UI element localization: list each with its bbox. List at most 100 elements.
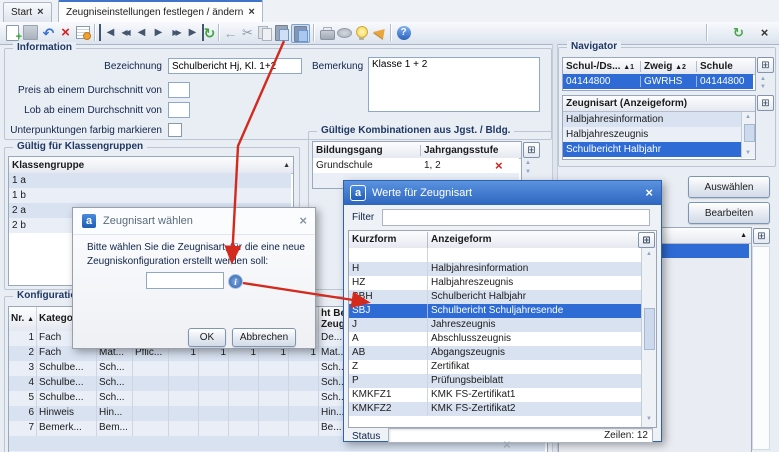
- schule-column[interactable]: Schule: [697, 61, 755, 72]
- toolbar: + ↶ × ◀ ◀◀ ◀ ▶ ▶▶ ▶ ↻ ← ✂: [0, 22, 779, 45]
- scroll-down-icon[interactable]: ▼: [525, 169, 531, 175]
- auswaehlen-button[interactable]: Auswählen: [688, 176, 770, 198]
- clipboard-paper: [298, 30, 308, 42]
- filter-input[interactable]: [382, 209, 650, 226]
- table-row-selected[interactable]: 04144800 GWRHS 04144800: [563, 74, 753, 89]
- zweig-column[interactable]: Zweig ▲2: [641, 61, 697, 72]
- scroll-up-icon[interactable]: ▲: [646, 251, 652, 257]
- tab-start[interactable]: Start ×: [3, 2, 52, 22]
- grid-settings-icon[interactable]: ⊞: [753, 228, 770, 244]
- scrollbar-thumb[interactable]: [744, 124, 755, 142]
- nr-column[interactable]: Nr. ▲: [9, 307, 37, 331]
- cell: Sch...: [97, 391, 133, 406]
- edit-form-icon[interactable]: [74, 24, 91, 41]
- save-icon[interactable]: [22, 24, 39, 41]
- kategorie-value: Schulbe...: [37, 391, 97, 406]
- new-record-icon[interactable]: +: [4, 24, 21, 41]
- close-icon[interactable]: ×: [299, 214, 307, 227]
- grid-settings-icon[interactable]: ⊞: [523, 142, 540, 158]
- anzeigeform-column[interactable]: Anzeigeform: [428, 232, 638, 248]
- lob-input[interactable]: [168, 102, 190, 118]
- refresh-icon[interactable]: ↻: [201, 24, 218, 41]
- cell: [199, 361, 229, 376]
- scroll-down-icon[interactable]: ▼: [745, 150, 751, 156]
- kurzform-column[interactable]: Kurzform: [349, 232, 428, 248]
- klassengruppe-header[interactable]: Klassengruppe ▲: [9, 157, 293, 174]
- list-row[interactable]: KMKFZ2KMK FS-Zertifikat2: [349, 402, 642, 416]
- grid-settings-icon[interactable]: ⊞: [757, 95, 774, 111]
- list-row[interactable]: HZHalbjahreszeugnis: [349, 276, 642, 290]
- cell: [199, 406, 229, 421]
- abbrechen-button[interactable]: Abbrechen: [232, 328, 296, 347]
- nr-value: 5: [9, 391, 37, 406]
- list-row[interactable]: KMKFZ1KMK FS-Zertifikat1: [349, 388, 642, 402]
- list-item[interactable]: 1 b: [9, 188, 291, 203]
- paste-special-icon[interactable]: [291, 24, 310, 43]
- kurzform-value: KMKFZ1: [349, 388, 428, 402]
- bezeichnung-input[interactable]: [168, 58, 302, 74]
- dialog-titlebar[interactable]: a Zeugnisart wählen ×: [73, 208, 315, 235]
- tab-zeugniseinstellungen[interactable]: Zeugniseinstellungen festlegen / ändern …: [58, 0, 263, 22]
- zeugnisart-input[interactable]: [146, 272, 224, 289]
- scroll-up-icon[interactable]: ▲: [745, 114, 751, 120]
- list-row[interactable]: JJahreszeugnis: [349, 318, 642, 332]
- filter-row[interactable]: [349, 248, 642, 263]
- list-row[interactable]: HHalbjahresinformation: [349, 262, 642, 276]
- nav-next-icon[interactable]: ▶: [150, 24, 167, 41]
- list-row-selected[interactable]: SBJSchulbericht Schuljahresende: [349, 304, 642, 318]
- notification-horn-icon[interactable]: [370, 24, 387, 41]
- list-row[interactable]: ZZertifikat: [349, 360, 642, 374]
- cell: [169, 361, 199, 376]
- table-row[interactable]: Grundschule 1, 2 ×: [313, 158, 519, 173]
- scrollbar[interactable]: ▲ ▼: [641, 248, 656, 427]
- scrollbar[interactable]: ▲ ▼: [741, 112, 755, 158]
- preis-input[interactable]: [168, 82, 190, 98]
- close-icon[interactable]: ×: [248, 7, 254, 18]
- dialog-titlebar[interactable]: a Werte für Zeugnisart ×: [344, 181, 661, 205]
- scroll-up-icon[interactable]: ▲: [525, 160, 531, 166]
- panel-close-icon[interactable]: ×: [756, 24, 773, 41]
- grid-settings-icon[interactable]: ⊞: [757, 57, 774, 73]
- info-icon[interactable]: i: [228, 274, 243, 289]
- list-item[interactable]: 1 a: [9, 173, 291, 188]
- delete-icon[interactable]: ×: [57, 24, 74, 41]
- back-arrow-icon[interactable]: ←: [222, 24, 239, 41]
- print-icon[interactable]: [318, 24, 335, 41]
- close-icon[interactable]: ×: [37, 7, 43, 18]
- close-icon[interactable]: ×: [645, 186, 653, 199]
- list-row[interactable]: AAbschlusszeugnis: [349, 332, 642, 346]
- delete-row-icon[interactable]: ×: [495, 158, 503, 173]
- kurzform-value: SBH: [349, 290, 428, 304]
- grid-settings-icon[interactable]: ⊞: [638, 232, 655, 248]
- jahrgangsstufe-column[interactable]: Jahrgangsstufe: [421, 145, 499, 156]
- undo-icon[interactable]: ↶: [40, 24, 57, 41]
- scroll-up-icon[interactable]: ▲: [760, 76, 766, 82]
- list-row[interactable]: PPrüfungsbeiblatt: [349, 374, 642, 388]
- scrollbar-thumb[interactable]: [644, 308, 655, 350]
- bildungsgang-column[interactable]: Bildungsgang: [313, 145, 421, 156]
- list-item[interactable]: Halbjahreszeugnis: [563, 127, 741, 142]
- cut-icon[interactable]: ✂: [239, 24, 256, 41]
- schul-column[interactable]: Schul-/Ds... ▲1: [563, 61, 641, 72]
- ok-button[interactable]: OK: [188, 328, 226, 347]
- bemerkung-textarea[interactable]: Klasse 1 + 2: [368, 57, 540, 112]
- list-item[interactable]: Halbjahresinformation: [563, 112, 741, 127]
- scroll-down-icon[interactable]: ▼: [760, 84, 766, 90]
- bearbeiten-button[interactable]: Bearbeiten: [688, 202, 770, 224]
- panel-restore-icon[interactable]: ↻: [730, 24, 747, 41]
- list-row[interactable]: SBHSchulbericht Halbjahr: [349, 290, 642, 304]
- nav-prev-icon[interactable]: ◀: [133, 24, 150, 41]
- scrollbar-track[interactable]: [752, 246, 770, 450]
- hint-bulb-icon[interactable]: [353, 24, 370, 41]
- export-disc-icon[interactable]: [336, 24, 353, 41]
- copy-icon[interactable]: [256, 24, 273, 41]
- zeugnisart-column[interactable]: Zeugnisart (Anzeigeform): [563, 96, 755, 112]
- kurzform-value: Z: [349, 360, 428, 374]
- help-icon[interactable]: ?: [395, 24, 412, 41]
- list-item-selected[interactable]: Schulbericht Halbjahr: [563, 142, 741, 157]
- zeugnisart-value: Halbjahreszeugnis: [566, 129, 648, 140]
- paste-icon[interactable]: [273, 24, 290, 41]
- scroll-down-icon[interactable]: ▼: [646, 416, 652, 422]
- list-row[interactable]: ABAbgangszeugnis: [349, 346, 642, 360]
- unterpunktungen-checkbox[interactable]: [168, 123, 182, 137]
